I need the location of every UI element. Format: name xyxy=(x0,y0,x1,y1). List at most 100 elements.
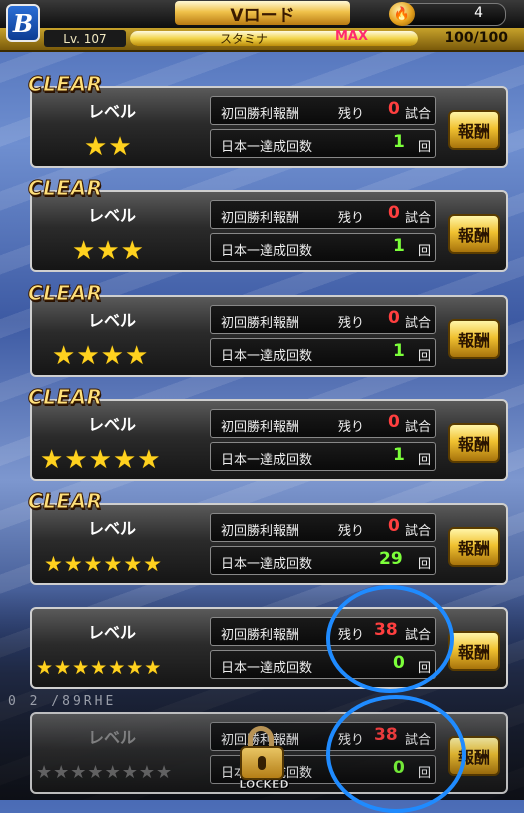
difficulty-stars: ★ ★ xyxy=(84,132,132,162)
star-icon: ★ xyxy=(36,762,53,783)
reward-button[interactable]: 報酬 xyxy=(448,527,500,567)
annotation-circle xyxy=(326,585,454,693)
remaining-count: 0 xyxy=(388,99,400,119)
remaining-count: 0 xyxy=(388,412,400,432)
remaining-label: 残り xyxy=(338,524,365,539)
level-label: レベル xyxy=(88,102,137,121)
first-win-reward-row: 初回勝利報酬 残り 0 試合 xyxy=(210,305,436,334)
star-icon: ★ xyxy=(100,341,124,371)
matches-unit: 試合 xyxy=(404,524,431,539)
stamina-gauge-fill xyxy=(130,31,418,46)
matches-unit: 試合 xyxy=(404,107,431,122)
star-icon: ★ xyxy=(72,236,96,266)
champion-count-row: 日本一達成回数 1 回 xyxy=(210,129,436,158)
champion-count-row: 日本一達成回数 1 回 xyxy=(210,233,436,262)
level-label: レベル xyxy=(88,311,137,330)
champion-count: 1 xyxy=(393,236,405,256)
star-icon: ★ xyxy=(52,341,76,371)
clear-tag: CLEAR xyxy=(27,385,103,410)
star-icon: ★ xyxy=(72,657,90,679)
star-icon: ★ xyxy=(87,762,104,783)
level-label: レベル xyxy=(88,728,137,747)
level-label: レベル xyxy=(88,623,137,642)
coin-count: 4 xyxy=(474,5,483,21)
remaining-count: 0 xyxy=(388,516,400,536)
stage-card-3-stars[interactable]: CLEAR レベル ★ ★ ★ 初回勝利報酬 残り 0 試合 日本一達成回数 1 回… xyxy=(27,176,508,272)
star-icon: ★ xyxy=(83,552,103,576)
level-label: レベル xyxy=(88,415,137,434)
remaining-count: 0 xyxy=(388,203,400,223)
reward-button[interactable]: 報酬 xyxy=(448,319,500,359)
clear-tag: CLEAR xyxy=(27,176,103,201)
first-win-reward-row: 初回勝利報酬 残り 0 試合 xyxy=(210,409,436,438)
clear-tag: CLEAR xyxy=(27,489,103,514)
keyhole-icon xyxy=(258,756,266,770)
coin-counter[interactable]: 🔥 4 xyxy=(389,2,506,26)
stamina-label: スタミナ xyxy=(220,32,269,46)
star-icon: ★ xyxy=(123,552,143,576)
star-icon: ★ xyxy=(104,762,121,783)
champion-count-label: 日本一達成回数 xyxy=(221,557,313,572)
champion-count-label: 日本一達成回数 xyxy=(221,140,313,155)
first-win-reward-label: 初回勝利報酬 xyxy=(221,628,300,643)
difficulty-stars: ★ ★ ★ ★ ★ ★ xyxy=(44,552,162,576)
locked-label: LOCKED xyxy=(239,778,289,792)
star-icon: ★ xyxy=(112,445,137,475)
flame-coin-icon: 🔥 xyxy=(389,2,415,26)
times-unit: 回 xyxy=(417,349,431,364)
remaining-label: 残り xyxy=(338,420,365,435)
stage-card-5-stars[interactable]: CLEAR レベル ★ ★ ★ ★ ★ 初回勝利報酬 残り 0 試合 日本一達成回数 1… xyxy=(27,385,508,481)
star-icon: ★ xyxy=(76,341,100,371)
star-icon: ★ xyxy=(84,132,108,162)
champion-count: 1 xyxy=(393,132,405,152)
stage-card-2-stars[interactable]: CLEAR レベル ★ ★ 初回勝利報酬 残り 0 試合 日本一達成回数 1 回 … xyxy=(27,72,508,168)
star-icon: ★ xyxy=(143,552,162,576)
champion-count-label: 日本一達成回数 xyxy=(221,349,313,364)
remaining-label: 残り xyxy=(338,107,365,122)
first-win-reward-label: 初回勝利報酬 xyxy=(221,107,300,122)
reward-button[interactable]: 報酬 xyxy=(448,214,500,254)
matches-unit: 試合 xyxy=(404,420,431,435)
annotation-circle xyxy=(326,695,466,813)
clear-tag: CLEAR xyxy=(27,281,103,306)
star-icon: ★ xyxy=(108,657,126,679)
player-level: Lv. 107 xyxy=(44,30,126,47)
reward-button[interactable]: 報酬 xyxy=(448,631,500,671)
champion-count: 29 xyxy=(379,549,403,569)
star-icon: ★ xyxy=(124,341,149,371)
star-icon: ★ xyxy=(120,236,144,266)
reward-button[interactable]: 報酬 xyxy=(448,423,500,463)
star-icon: ★ xyxy=(96,236,120,266)
stamina-max-label: MAX xyxy=(335,29,369,44)
star-icon: ★ xyxy=(64,445,88,475)
star-icon: ★ xyxy=(53,762,70,783)
remaining-label: 残り xyxy=(338,316,365,331)
champion-count-row: 日本一達成回数 1 回 xyxy=(210,442,436,471)
team-logo[interactable]: B xyxy=(6,4,40,42)
champion-count-label: 日本一達成回数 xyxy=(221,661,313,676)
champion-count-row: 日本一達成回数 29 回 xyxy=(210,546,436,575)
times-unit: 回 xyxy=(417,244,431,259)
first-win-reward-label: 初回勝利報酬 xyxy=(221,316,300,331)
first-win-reward-label: 初回勝利報酬 xyxy=(221,524,300,539)
star-icon: ★ xyxy=(88,445,112,475)
star-icon: ★ xyxy=(121,762,138,783)
difficulty-stars: ★ ★ ★ ★ xyxy=(52,341,149,371)
reward-button[interactable]: 報酬 xyxy=(448,110,500,150)
star-icon: ★ xyxy=(44,552,63,576)
clear-tag: CLEAR xyxy=(27,72,103,97)
difficulty-stars: ★ ★ ★ xyxy=(72,236,144,266)
stage-card-4-stars[interactable]: CLEAR レベル ★ ★ ★ ★ 初回勝利報酬 残り 0 試合 日本一達成回数 1 … xyxy=(27,281,508,377)
times-unit: 回 xyxy=(417,557,431,572)
times-unit: 回 xyxy=(417,140,431,155)
remaining-label: 残り xyxy=(338,211,365,226)
first-win-reward-row: 初回勝利報酬 残り 0 試合 xyxy=(210,513,436,542)
champion-count: 1 xyxy=(393,341,405,361)
star-icon: ★ xyxy=(155,762,173,783)
stage-card-6-stars[interactable]: CLEAR レベル ★ ★ ★ ★ ★ ★ 初回勝利報酬 残り 0 試合 日本一達成回数 … xyxy=(27,489,508,585)
difficulty-stars: ★ ★ ★ ★ ★ ★ ★ ★ xyxy=(36,761,172,785)
stamina-bar: Lv. 107 スタミナ MAX 100/100 xyxy=(0,28,524,52)
first-win-reward-label: 初回勝利報酬 xyxy=(221,420,300,435)
times-unit: 回 xyxy=(417,453,431,468)
champion-count-row: 日本一達成回数 1 回 xyxy=(210,338,436,367)
